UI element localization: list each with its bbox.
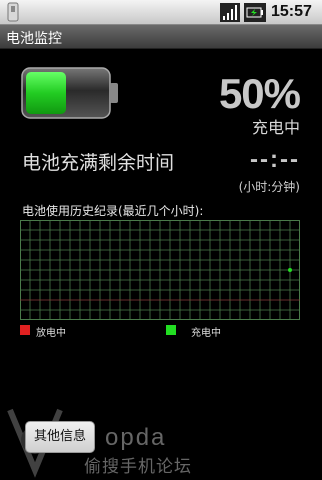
- remaining-time-value: --:--: [250, 146, 300, 173]
- remaining-time-label: 电池充满剩余时间: [22, 152, 175, 174]
- history-title: 电池使用历史纪录(最近几个小时):: [22, 204, 204, 218]
- charge-state: 充电中: [251, 118, 300, 137]
- more-info-button[interactable]: 其他信息: [25, 421, 95, 453]
- battery-status-icon: [244, 3, 266, 22]
- legend-swatch-charging: [166, 325, 176, 335]
- battery-level-icon: [21, 67, 118, 119]
- battery-percent: 50%: [218, 70, 301, 117]
- title-bar: 电池监控: [0, 25, 322, 49]
- signal-icon: [220, 3, 240, 22]
- history-point: [288, 268, 292, 272]
- watermark-tagline: 偷搜手机论坛: [84, 457, 192, 477]
- legend-swatch-discharging: [20, 325, 30, 335]
- battery-fill: [26, 72, 66, 114]
- usb-icon: [7, 2, 19, 22]
- remaining-time-unit: (小时:分钟): [238, 180, 300, 194]
- legend-item-charging: 充电中: [166, 325, 286, 339]
- status-bar: 15:57: [0, 0, 322, 25]
- watermark-brand: opda: [105, 424, 167, 451]
- legend-label-discharging: 放电中: [36, 328, 66, 339]
- legend-label-charging: 充电中: [191, 328, 221, 339]
- status-clock: 15:57: [271, 3, 312, 20]
- legend-item-discharging: 放电中: [20, 325, 140, 339]
- history-graph: [20, 220, 300, 320]
- app-title: 电池监控: [6, 31, 62, 47]
